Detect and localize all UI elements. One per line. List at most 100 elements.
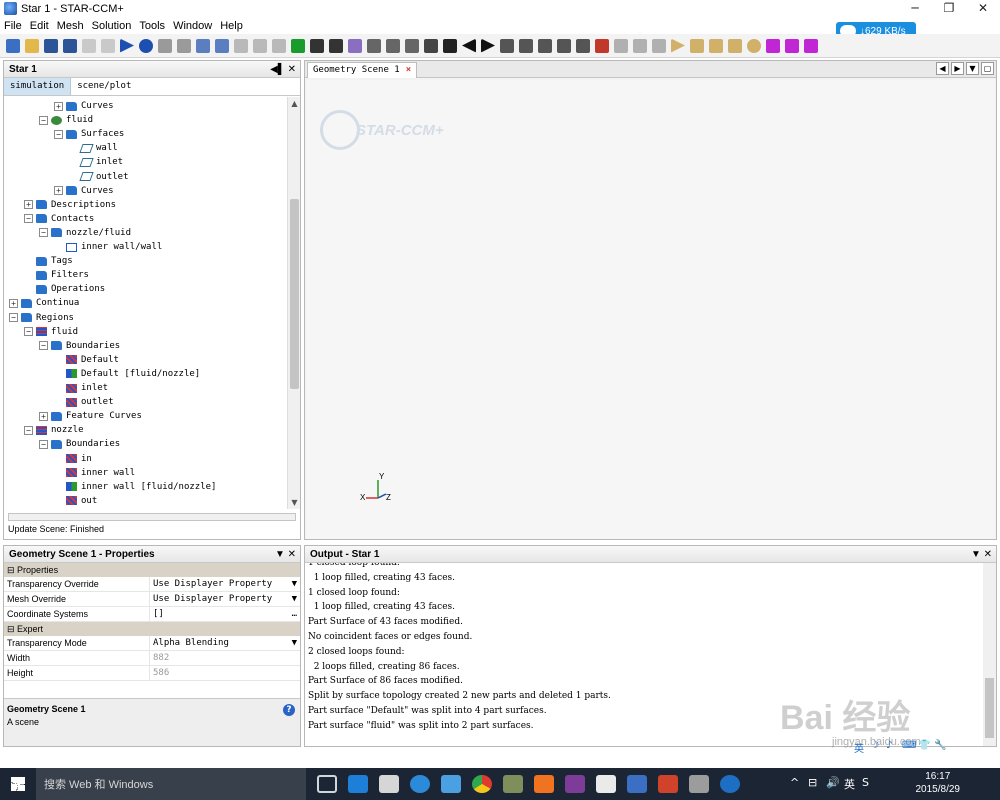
volume-icon[interactable] [272, 38, 286, 53]
property-row[interactable]: Transparency Mode Alpha Blending ▼ [4, 636, 300, 651]
menu-file[interactable]: File [0, 20, 26, 32]
tree-node[interactable]: inlet [54, 381, 108, 395]
minimize-button[interactable]: ─ [898, 0, 932, 17]
collapse-icon[interactable]: − [54, 129, 63, 139]
tree-node[interactable]: − nozzle [24, 423, 84, 437]
expand-icon[interactable]: + [39, 411, 48, 421]
tray-expand-icon[interactable]: ^ [790, 776, 802, 790]
tree-node[interactable]: + Continua [9, 296, 79, 310]
paste-icon[interactable] [101, 38, 115, 53]
ime-keyboard-icon[interactable]: ⌨ [902, 740, 916, 752]
tree-node[interactable]: inlet [69, 155, 123, 169]
taskbar-search[interactable]: 搜索 Web 和 Windows [36, 768, 306, 800]
pdf-app-icon[interactable] [658, 775, 678, 793]
collapse-icon[interactable]: − [39, 115, 48, 125]
menu-help[interactable]: Help [216, 20, 247, 32]
scroll-thumb[interactable] [290, 199, 299, 389]
screen-icon[interactable] [367, 38, 381, 53]
chrome-icon[interactable] [472, 775, 492, 793]
tree-node[interactable]: − fluid [39, 113, 93, 127]
geom-icon[interactable] [234, 38, 248, 53]
anim-stop-icon[interactable] [690, 38, 704, 53]
property-row[interactable]: Mesh Override Use Displayer Property ▼ [4, 592, 300, 607]
report-icon[interactable] [766, 38, 780, 53]
tree-node[interactable]: Operations [24, 282, 105, 296]
tree-node[interactable]: outlet [54, 395, 114, 409]
tab-next-icon[interactable]: ▶ [951, 62, 964, 75]
tree-hscrollbar[interactable] [8, 513, 296, 521]
probe-icon[interactable] [633, 38, 647, 53]
transform-icon[interactable] [614, 38, 628, 53]
scene-viewport[interactable]: STAR-CCM+ Y X Z [306, 80, 995, 539]
anim-fwd-icon[interactable] [728, 38, 742, 53]
pause-icon[interactable] [158, 38, 172, 53]
property-value[interactable]: []… [150, 607, 300, 621]
arrow-right-icon[interactable] [481, 38, 495, 53]
property-value[interactable]: Alpha Blending ▼ [150, 636, 300, 650]
fit-icon[interactable] [386, 38, 400, 53]
tree-node[interactable]: − nozzle/fluid [39, 226, 131, 240]
stop-icon[interactable] [177, 38, 191, 53]
clock[interactable]: 16:17 2015/8/29 [916, 770, 961, 796]
expand-icon[interactable]: + [24, 200, 33, 210]
monitor-icon[interactable] [785, 38, 799, 53]
flag-icon[interactable] [291, 38, 305, 53]
section-icon[interactable] [652, 38, 666, 53]
tab-geometry-scene[interactable]: Geometry Scene 1 × [307, 62, 418, 78]
ie-icon[interactable] [410, 775, 430, 793]
tree-node[interactable]: − Regions [9, 311, 74, 325]
properties-controls[interactable]: ▼ ✕ [275, 546, 296, 563]
copy-icon[interactable] [82, 38, 96, 53]
output-controls[interactable]: ▼ ✕ [971, 546, 992, 563]
tree-node[interactable]: + Feature Curves [39, 409, 142, 423]
help-icon[interactable]: ? [283, 704, 295, 716]
camera-icon[interactable] [443, 38, 457, 53]
surface-icon[interactable] [253, 38, 267, 53]
star-ccm-task-icon[interactable] [627, 775, 647, 793]
close-button[interactable]: ✕ [966, 0, 1000, 17]
orange-app-icon[interactable] [534, 775, 554, 793]
tab-scene-plot[interactable]: scene/plot [71, 78, 137, 95]
sogou-icon[interactable]: S [862, 776, 874, 790]
dropdown-icon[interactable]: ▼ [292, 577, 297, 592]
select-icon[interactable] [424, 38, 438, 53]
image-app-icon[interactable] [503, 775, 523, 793]
rotate-icon[interactable] [519, 38, 533, 53]
step-icon[interactable] [139, 38, 153, 53]
scroll-up-icon[interactable]: ▲ [288, 99, 301, 108]
onenote-icon[interactable] [565, 775, 585, 793]
panel-controls[interactable]: ◀▌ ✕ [270, 61, 296, 78]
menu-mesh[interactable]: Mesh [53, 20, 88, 32]
run-icon[interactable] [120, 38, 134, 53]
tree-node[interactable]: inner wall/wall [54, 240, 162, 254]
volume-icon[interactable]: 🔊 [826, 776, 840, 790]
close-tab-icon[interactable]: × [406, 65, 411, 75]
dropdown-icon[interactable]: ▼ [292, 636, 297, 651]
ellipsis-button[interactable]: … [292, 607, 297, 622]
tree-node[interactable]: in [54, 452, 92, 466]
menu-solution[interactable]: Solution [88, 20, 136, 32]
save-icon[interactable] [44, 38, 58, 53]
tree-node[interactable]: + Descriptions [24, 198, 116, 212]
tab-prev-icon[interactable]: ◀ [936, 62, 949, 75]
collapse-icon[interactable]: − [9, 313, 18, 322]
open-folder-icon[interactable] [25, 38, 39, 53]
expand-icon[interactable]: + [54, 101, 63, 111]
maximize-view-icon[interactable]: ▢ [981, 62, 994, 75]
arrow-left-icon[interactable] [462, 38, 476, 53]
sprint-icon[interactable] [329, 38, 343, 53]
menu-edit[interactable]: Edit [26, 20, 53, 32]
tree-node[interactable]: − Boundaries [39, 437, 120, 451]
tree-node[interactable]: − Contacts [24, 212, 94, 226]
ime-settings-icon[interactable]: 🔧 [934, 740, 948, 752]
mesh-icon[interactable] [196, 38, 210, 53]
ime-lang-icon[interactable]: 英 [854, 740, 868, 755]
record-icon[interactable] [747, 38, 761, 53]
tree-scrollbar[interactable]: ▲ ▼ [287, 97, 300, 509]
output-scrollbar[interactable] [983, 563, 996, 746]
collapse-icon[interactable]: − [24, 214, 33, 224]
ruler-icon[interactable] [538, 38, 552, 53]
clear-mesh-icon[interactable] [215, 38, 229, 53]
tree-node[interactable]: − Surfaces [54, 127, 124, 141]
expand-icon[interactable]: + [54, 186, 63, 196]
